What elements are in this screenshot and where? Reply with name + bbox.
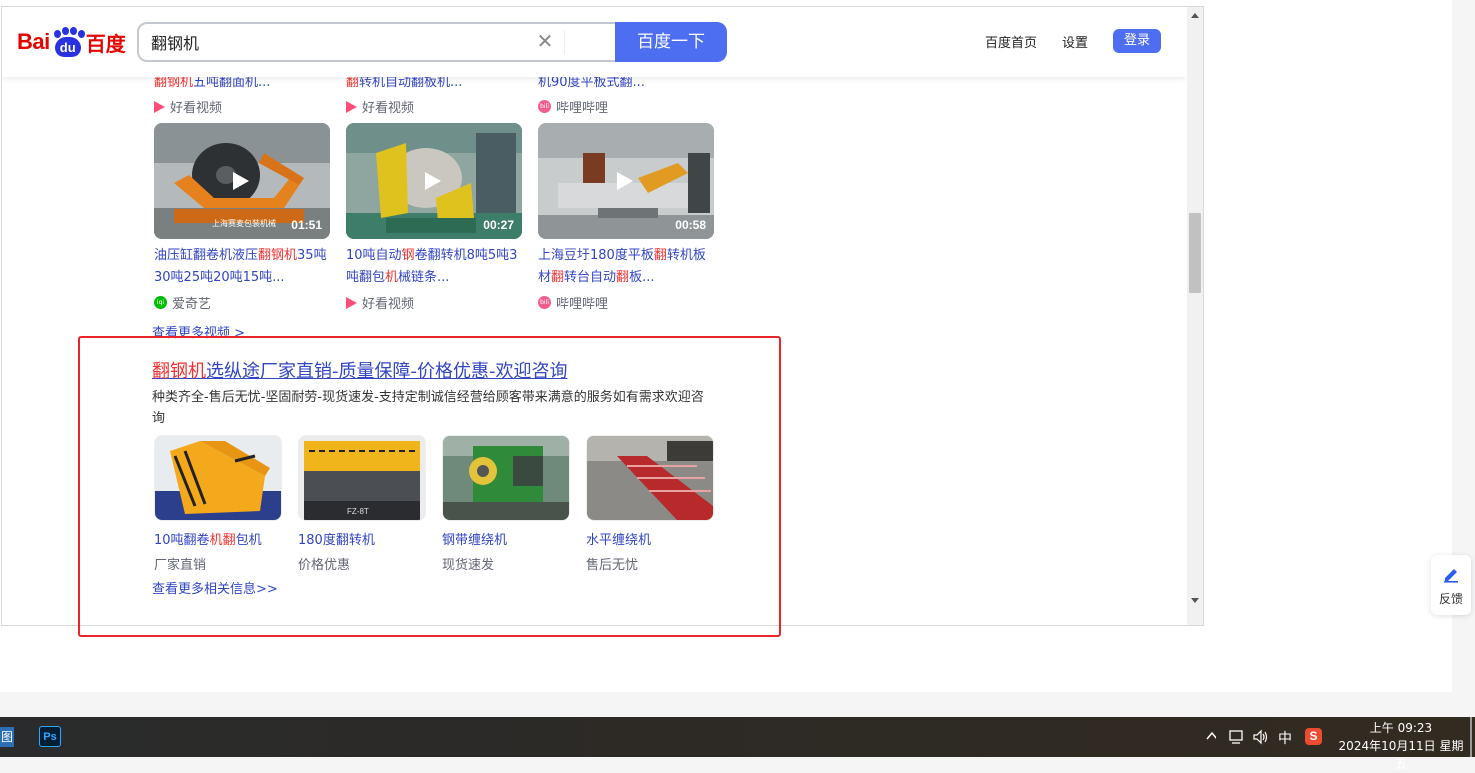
system-clock[interactable]: 上午 09:23 2024年10月11日 星期五 <box>1334 719 1468 773</box>
volume-icon[interactable] <box>1252 729 1270 745</box>
bilibili-icon: bili <box>538 100 551 113</box>
show-desktop-button[interactable] <box>1470 717 1472 757</box>
play-icon <box>233 172 249 190</box>
taskbar: 图 Ps 中 S 上午 09:23 2024年10月11日 星期五 <box>0 717 1475 771</box>
video-thumbnail[interactable]: 00:58 <box>538 123 714 239</box>
clock-time: 上午 09:23 <box>1369 721 1433 735</box>
feedback-button[interactable]: 反馈 <box>1431 555 1471 615</box>
video-source: bili 哔哩哔哩 <box>538 293 608 312</box>
search-input[interactable] <box>151 24 531 60</box>
login-button[interactable]: 登录 <box>1113 29 1161 53</box>
video-thumbnail[interactable]: 00:27 <box>346 123 522 239</box>
video-duration: 00:27 <box>483 218 514 232</box>
nav-settings[interactable]: 设置 <box>1062 32 1088 51</box>
video-source: 好看视频 <box>346 293 414 312</box>
annotation-highlight-box <box>78 336 781 637</box>
video-duration: 01:51 <box>291 218 322 232</box>
video-title[interactable]: 上海豆圩180度平板翻转机板材翻转台自动翻板... <box>538 245 714 289</box>
play-icon <box>425 172 441 190</box>
pen-icon <box>1444 569 1458 583</box>
logo-text-bai: Bai <box>17 29 50 54</box>
video-source: 好看视频 <box>154 97 222 116</box>
video-source: bili 哔哩哔哩 <box>538 97 608 116</box>
baidu-logo[interactable]: Bai du 百度 <box>17 25 126 59</box>
clock-date: 2024年10月11日 星期五 <box>1338 739 1464 771</box>
search-box: ✕ <box>137 22 617 62</box>
video-source: iqi 爱奇艺 <box>154 293 211 312</box>
nav-baidu-home[interactable]: 百度首页 <box>985 32 1037 51</box>
chevron-up-icon[interactable] <box>1206 731 1216 741</box>
feedback-label: 反馈 <box>1438 592 1463 606</box>
close-icon[interactable]: ✕ <box>535 32 555 52</box>
divider <box>564 30 565 54</box>
top-nav: 百度首页 设置 登录 <box>960 29 1161 53</box>
sogou-icon[interactable]: S <box>1305 728 1322 745</box>
photoshop-icon[interactable]: Ps <box>39 726 61 747</box>
search-button[interactable]: 百度一下 <box>615 22 727 62</box>
haokan-icon <box>154 100 165 113</box>
logo-text-du: du <box>54 37 81 57</box>
video-thumbnail[interactable]: 上海赛麦包装机械 01:51 <box>154 123 330 239</box>
watermark: 上海赛麦包装机械 <box>212 219 276 228</box>
network-icon[interactable] <box>1228 729 1246 745</box>
ime-indicator[interactable]: 中 <box>1278 728 1292 748</box>
video-source: 好看视频 <box>346 97 414 116</box>
vertical-scrollbar[interactable] <box>1187 7 1203 625</box>
haokan-icon <box>346 100 357 113</box>
haokan-icon <box>346 296 357 309</box>
paw-icon: du <box>51 27 85 57</box>
video-duration: 00:58 <box>675 218 706 232</box>
play-icon <box>617 172 633 190</box>
video-title[interactable]: 10吨自动钢卷翻转机8吨5吨3吨翻包机械链条... <box>346 245 522 289</box>
video-title[interactable]: 油压缸翻卷机液压翻钢机35吨30吨25吨20吨15吨... <box>154 245 330 289</box>
iqiyi-icon: iqi <box>154 296 167 309</box>
bilibili-icon: bili <box>538 296 551 309</box>
scrollbar-thumb[interactable] <box>1189 213 1201 293</box>
search-header: Bai du 百度 ✕ 百度一下 百度首页 设置 登录 <box>2 7 1186 77</box>
app-icon[interactable]: 图 <box>0 727 14 747</box>
scroll-down-icon[interactable] <box>1191 598 1199 603</box>
logo-text-cn: 百度 <box>85 31 126 56</box>
scroll-up-icon[interactable] <box>1191 13 1199 18</box>
